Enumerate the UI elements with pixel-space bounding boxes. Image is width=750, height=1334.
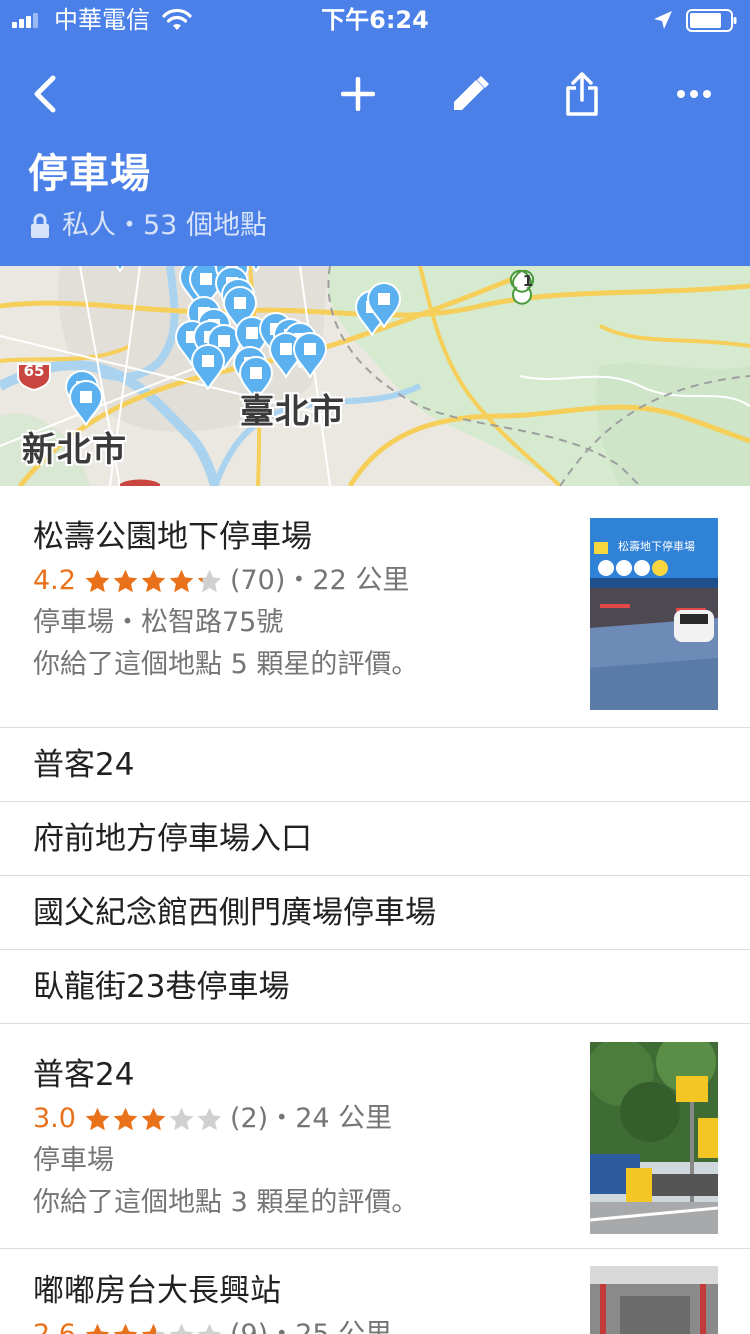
back-button[interactable]: [12, 62, 76, 126]
road-shield-1: 1: [522, 272, 534, 290]
map-pin-icon[interactable]: [68, 380, 104, 426]
list-item[interactable]: 府前地方停車場入口: [0, 802, 750, 876]
lock-icon: [31, 213, 49, 238]
pencil-icon: [454, 76, 489, 110]
map-pin-icon[interactable]: [190, 344, 226, 390]
map-pin-icon[interactable]: [292, 332, 328, 378]
list-item[interactable]: 普客24 3.0 (2) ・24 公里 停車場 你給了這個地點 3 顆星的評價。: [0, 1024, 750, 1249]
review-count: (9): [230, 1317, 268, 1334]
star-icon: [113, 1107, 138, 1130]
list-item[interactable]: 臥龍街23巷停車場: [0, 950, 750, 1024]
add-place-button[interactable]: [326, 62, 390, 126]
battery-icon: [686, 9, 737, 32]
saved-places-list: 松壽公園地下停車場 4.2 (70) ・22 公里 停車場・松智路75號 你給了…: [0, 486, 750, 1334]
star-icon: [85, 1107, 110, 1130]
distance: ・22 公里: [285, 565, 410, 596]
star-icon: [169, 569, 194, 592]
rating-value: 4.2: [33, 565, 76, 596]
more-icon: [677, 90, 711, 98]
road-shield-65: 65: [23, 362, 45, 380]
place-category-address: 停車場・松智路75號: [33, 607, 284, 638]
plus-icon: [341, 77, 375, 111]
place-name: 普客24: [33, 747, 135, 783]
star-icon: [197, 1107, 222, 1130]
map-view[interactable]: 65 1 臺北市 新北市: [0, 266, 750, 486]
star-rating: [84, 1322, 224, 1334]
star-icon: [169, 1323, 194, 1334]
more-options-button[interactable]: [662, 62, 726, 126]
map-pin-icon[interactable]: [366, 282, 402, 328]
list-item[interactable]: 松壽公園地下停車場 4.2 (70) ・22 公里 停車場・松智路75號 你給了…: [0, 486, 750, 728]
place-name: 普客24: [33, 1057, 135, 1093]
user-rating-note: 你給了這個地點 3 顆星的評價。: [33, 1187, 419, 1218]
list-subtitle: 私人・53 個地點: [30, 208, 267, 244]
rating-value: 3.0: [33, 1103, 76, 1134]
location-arrow-icon: [654, 11, 672, 29]
map-pin-icon[interactable]: [102, 266, 138, 272]
place-name: 松壽公園地下停車場: [33, 519, 312, 555]
place-name: 國父紀念館西側門廣場停車場: [33, 895, 436, 931]
place-name: 嘟嘟房台大長興站: [33, 1273, 281, 1309]
list-title: 停車場: [28, 151, 151, 197]
star-icon: [197, 569, 222, 592]
place-photo[interactable]: [590, 1266, 718, 1334]
status-bar: 中華電信 下午6:24: [0, 0, 750, 40]
share-icon: [566, 72, 598, 116]
distance: ・24 公里: [268, 1103, 393, 1134]
place-category: 停車場: [33, 1145, 114, 1176]
list-header: 停車場 私人・53 個地點: [0, 40, 750, 266]
place-name: 府前地方停車場入口: [33, 821, 312, 857]
rating-line: 3.0 (2) ・24 公里: [33, 1101, 392, 1137]
photo-sign-text: 松壽地下停車場: [618, 540, 695, 553]
rating-value: 2.6: [33, 1317, 76, 1334]
star-icon: [85, 1323, 110, 1334]
star-icon: [197, 1323, 222, 1334]
edit-list-button[interactable]: [438, 62, 502, 126]
list-item[interactable]: 國父紀念館西側門廣場停車場: [0, 876, 750, 950]
list-item[interactable]: 普客24: [0, 728, 750, 802]
star-icon: [141, 1323, 166, 1334]
place-photo[interactable]: 松壽地下停車場: [590, 518, 718, 710]
review-count: (2): [229, 1103, 269, 1134]
garage-interior-photo: [590, 1266, 718, 1334]
star-icon: [141, 569, 166, 592]
rating-line: 4.2 (70) ・22 公里: [33, 563, 409, 599]
star-icon: [85, 569, 110, 592]
back-arrow-icon: [34, 75, 56, 113]
list-privacy-and-count: 私人・53 個地點: [62, 210, 267, 241]
share-button[interactable]: [550, 62, 614, 126]
star-icon: [113, 569, 138, 592]
star-icon: [169, 1107, 194, 1130]
star-icon: [113, 1323, 138, 1334]
rating-line: 2.6 (9) ・25 公里: [33, 1317, 392, 1334]
list-item[interactable]: 嘟嘟房台大長興站 2.6 (9) ・25 公里: [0, 1249, 750, 1334]
star-rating: [84, 1106, 224, 1133]
review-count: (70): [229, 565, 286, 596]
star-rating: [84, 568, 224, 595]
distance: ・25 公里: [268, 1317, 392, 1334]
clock: 下午6:24: [321, 6, 429, 34]
map-label-new-taipei: 新北市: [22, 430, 127, 470]
user-rating-note: 你給了這個地點 5 顆星的評價。: [33, 649, 419, 680]
place-name: 臥龍街23巷停車場: [33, 969, 290, 1005]
star-icon: [141, 1107, 166, 1130]
parking-lot-photo: [590, 1042, 718, 1234]
map-label-taipei: 臺北市: [240, 392, 345, 432]
place-photo[interactable]: [590, 1042, 718, 1234]
